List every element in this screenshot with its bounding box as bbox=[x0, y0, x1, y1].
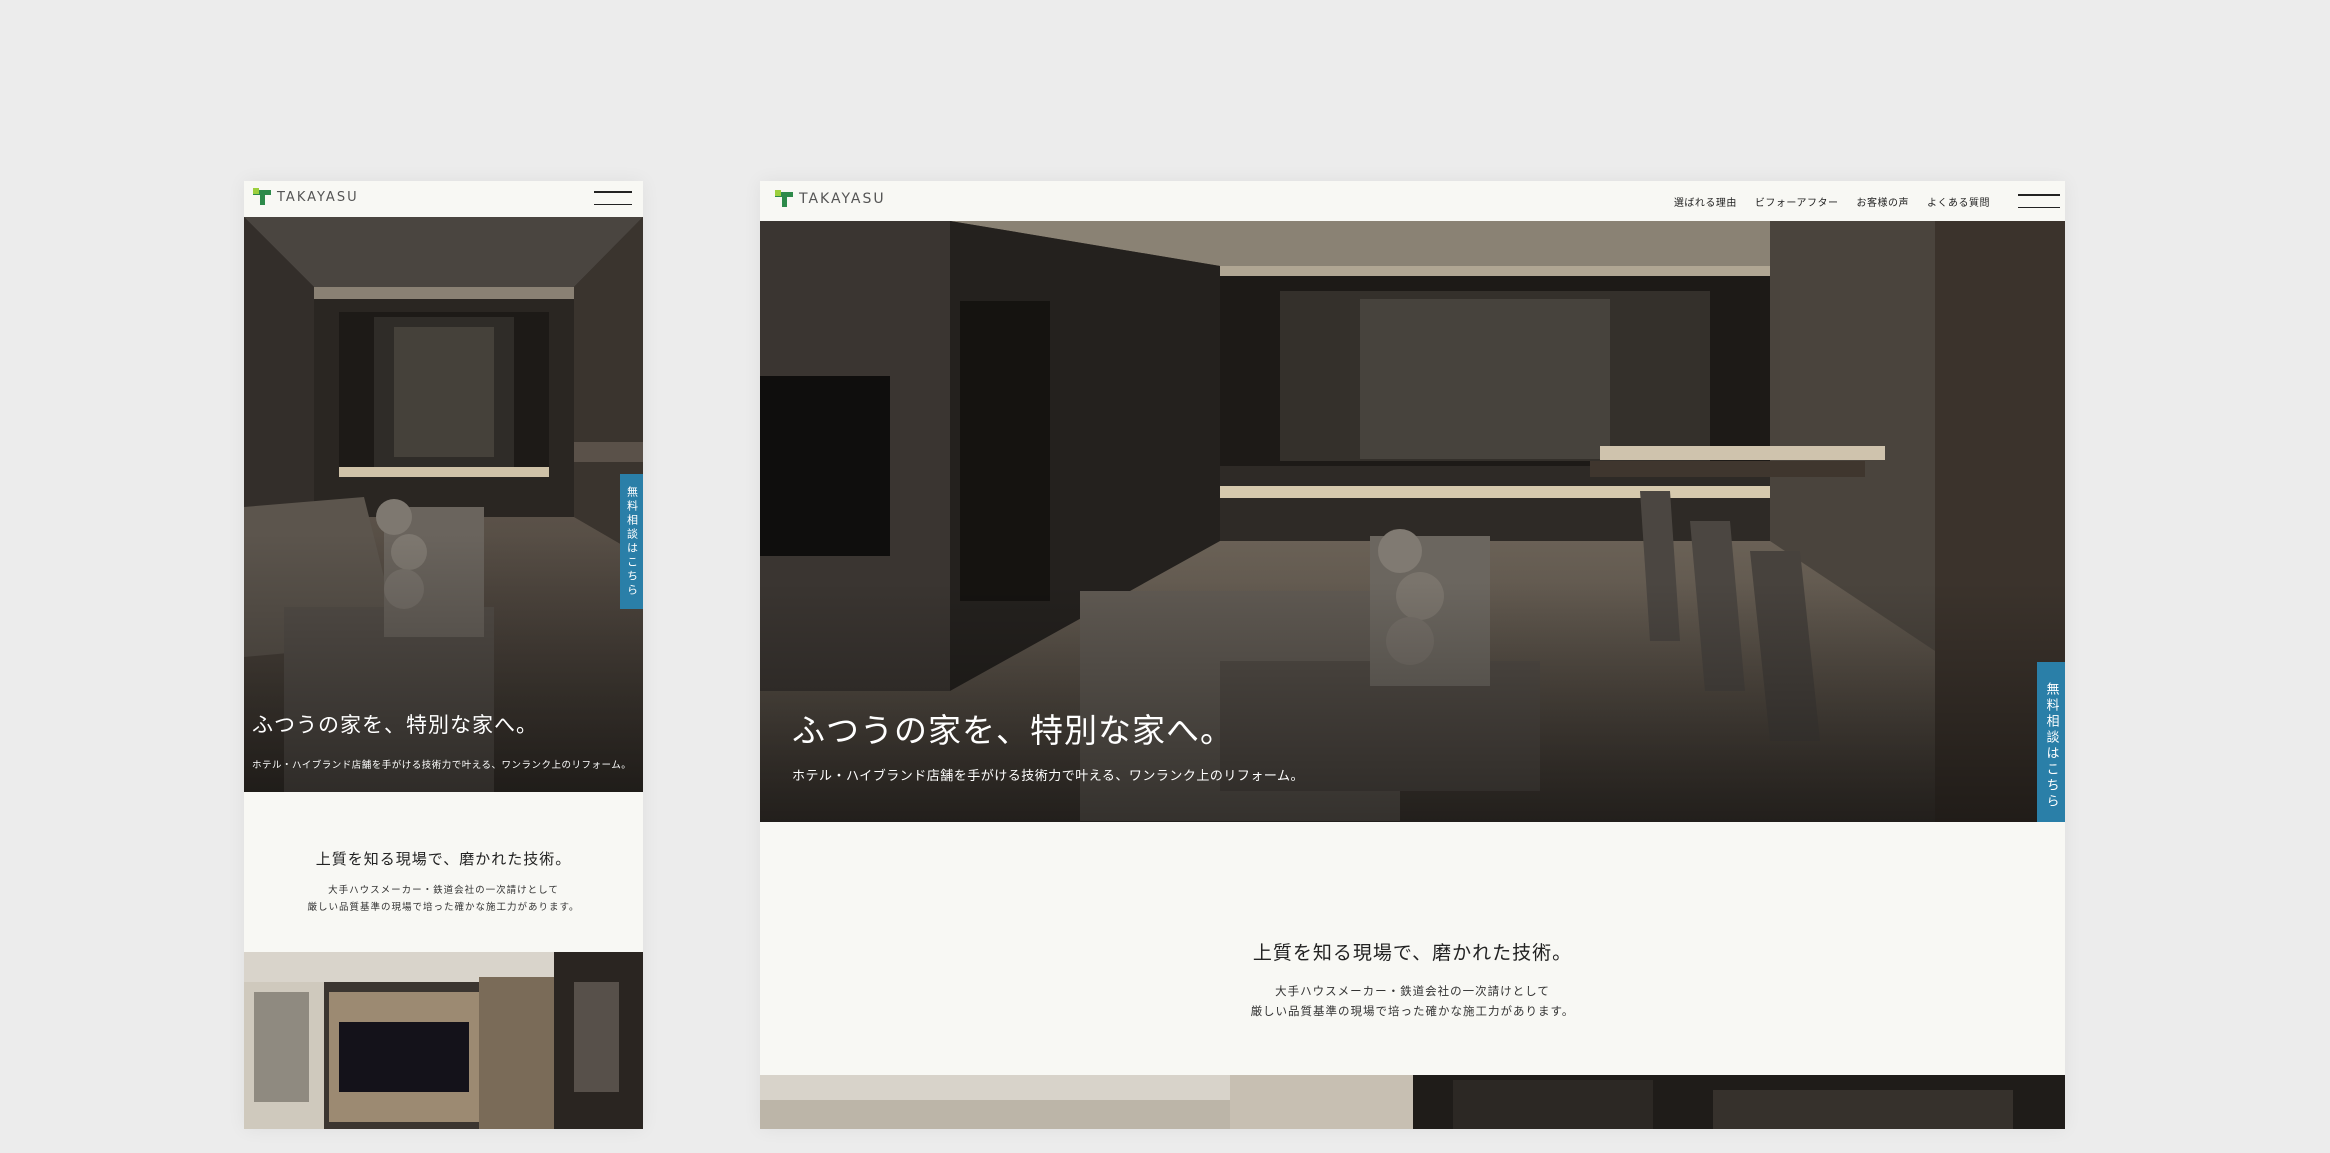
hero-subtitle: ホテル・ハイブランド店舗を手がける技術力で叶える、ワンランク上のリフォーム。 bbox=[792, 769, 1304, 784]
nav-item-faq[interactable]: よくある質問 bbox=[1927, 194, 1990, 209]
interior-photo bbox=[244, 952, 643, 1129]
hamburger-menu-icon[interactable] bbox=[2018, 194, 2060, 208]
interior-photo-right-image bbox=[1413, 1075, 2065, 1129]
logo[interactable]: TAKAYASU bbox=[775, 190, 886, 208]
logo-mark-icon bbox=[253, 188, 271, 206]
interior-photo-left-image bbox=[760, 1075, 1413, 1129]
intro-section: 上質を知る現場で、磨かれた技術。 大手ハウスメーカー・鉄道会社の一次請けとして … bbox=[244, 848, 643, 916]
section-line-1: 大手ハウスメーカー・鉄道会社の一次請けとして bbox=[1275, 984, 1550, 998]
consult-tab[interactable]: 無料相談はこちら bbox=[620, 474, 643, 609]
logo-text: TAKAYASU bbox=[799, 191, 886, 207]
nav-item-voices[interactable]: お客様の声 bbox=[1857, 194, 1910, 209]
section-line-2: 厳しい品質基準の現場で培った確かな施工力があります。 bbox=[1250, 1004, 1575, 1018]
interior-photo-image bbox=[244, 952, 643, 1129]
intro-section: 上質を知る現場で、磨かれた技術。 大手ハウスメーカー・鉄道会社の一次請けとして … bbox=[760, 938, 2065, 1021]
section-line-1: 大手ハウスメーカー・鉄道会社の一次請けとして bbox=[328, 885, 559, 896]
hero-title: ふつうの家を、特別な家へ。 bbox=[252, 713, 538, 737]
logo-mark-icon bbox=[775, 190, 793, 208]
hero-title: ふつうの家を、特別な家へ。 bbox=[792, 711, 1234, 750]
mobile-mockup: TAKAYASU ふつうの家を、特別な家へ。 ホテル・ハイブランド店舗を手がける… bbox=[244, 181, 643, 1129]
mobile-header: TAKAYASU bbox=[244, 181, 643, 217]
section-heading: 上質を知る現場で、磨かれた技術。 bbox=[1252, 942, 1573, 964]
hero-subtitle: ホテル・ハイブランド店舗を手がける技術力で叶える、ワンランク上のリフォーム。 bbox=[252, 760, 632, 771]
section-line-2: 厳しい品質基準の現場で培った確かな施工力があります。 bbox=[307, 902, 580, 913]
global-nav: 選ばれる理由 ビフォーアフター お客様の声 よくある質問 bbox=[1674, 181, 1990, 221]
hamburger-menu-icon[interactable] bbox=[594, 191, 632, 205]
interior-photo-left bbox=[760, 1075, 1413, 1129]
nav-item-reasons[interactable]: 選ばれる理由 bbox=[1674, 194, 1737, 209]
consult-tab[interactable]: 無料相談はこちら bbox=[2037, 662, 2065, 822]
desktop-header: TAKAYASU 選ばれる理由 ビフォーアフター お客様の声 よくある質問 bbox=[760, 181, 2065, 221]
hero: ふつうの家を、特別な家へ。 ホテル・ハイブランド店舗を手がける技術力で叶える、ワ… bbox=[244, 217, 643, 792]
logo-text: TAKAYASU bbox=[277, 189, 359, 205]
nav-item-before-after[interactable]: ビフォーアフター bbox=[1755, 194, 1839, 209]
logo[interactable]: TAKAYASU bbox=[253, 188, 359, 206]
section-heading: 上質を知る現場で、磨かれた技術。 bbox=[315, 850, 572, 868]
hero-image bbox=[244, 217, 643, 792]
interior-photo-right bbox=[1413, 1075, 2065, 1129]
hero: ふつうの家を、特別な家へ。 ホテル・ハイブランド店舗を手がける技術力で叶える、ワ… bbox=[760, 221, 2065, 822]
desktop-mockup: TAKAYASU 選ばれる理由 ビフォーアフター お客様の声 よくある質問 ふつ… bbox=[760, 181, 2065, 1129]
